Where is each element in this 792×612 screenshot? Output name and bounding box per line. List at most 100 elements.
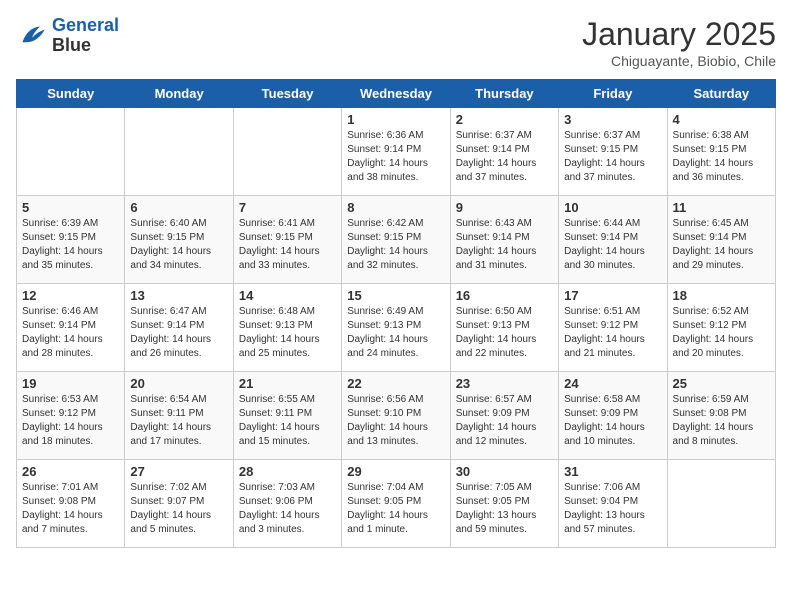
day-number: 15 bbox=[347, 288, 444, 303]
month-title: January 2025 bbox=[582, 16, 776, 53]
calendar-cell bbox=[17, 108, 125, 196]
calendar-cell: 14Sunrise: 6:48 AM Sunset: 9:13 PM Dayli… bbox=[233, 284, 341, 372]
calendar-cell: 26 Sunrise: 7:01 AM Sunset: 9:08 PM Dayli… bbox=[17, 460, 125, 548]
day-number: 30 bbox=[456, 464, 553, 479]
day-number: 12 bbox=[22, 288, 119, 303]
calendar-cell: 15 Sunrise: 6:49 AM Sunset: 9:13 PM Dayli… bbox=[342, 284, 450, 372]
calendar-cell: 5Sunrise: 6:39 AM Sunset: 9:15 PM Daylig… bbox=[17, 196, 125, 284]
calendar-cell: 23 Sunrise: 6:57 AM Sunset: 9:09 PM Dayli… bbox=[450, 372, 558, 460]
calendar-cell: 8Sunrise: 6:42 AM Sunset: 9:15 PM Daylig… bbox=[342, 196, 450, 284]
day-info: Sunrise: 6:52 AM Sunset: 9:12 PM Dayligh… bbox=[673, 305, 770, 361]
calendar-cell: 6 Sunrise: 6:40 AM Sunset: 9:15 PM Daylig… bbox=[125, 196, 233, 284]
day-info: Sunrise: 6:51 AM Sunset: 9:12 PM Dayligh… bbox=[564, 305, 661, 361]
week-row-4: 26 Sunrise: 7:01 AM Sunset: 9:08 PM Dayli… bbox=[17, 460, 776, 548]
day-info: Sunrise: 6:56 AM Sunset: 9:10 PM Dayligh… bbox=[347, 393, 444, 449]
day-info: Sunrise: 6:55 AM Sunset: 9:11 PM Dayligh… bbox=[239, 393, 336, 449]
logo-line2: Blue bbox=[52, 36, 119, 56]
day-number: 16 bbox=[456, 288, 553, 303]
week-row-1: 5Sunrise: 6:39 AM Sunset: 9:15 PM Daylig… bbox=[17, 196, 776, 284]
day-number: 24 bbox=[564, 376, 661, 391]
day-info: Sunrise: 7:01 AM Sunset: 9:08 PM Dayligh… bbox=[22, 481, 119, 537]
day-number: 23 bbox=[456, 376, 553, 391]
week-row-3: 19Sunrise: 6:53 AM Sunset: 9:12 PM Dayli… bbox=[17, 372, 776, 460]
calendar-cell: 10Sunrise: 6:44 AM Sunset: 9:14 PM Dayli… bbox=[559, 196, 667, 284]
calendar-cell bbox=[667, 460, 775, 548]
day-info: Sunrise: 6:45 AM Sunset: 9:14 PM Dayligh… bbox=[673, 217, 770, 273]
calendar-cell: 3Sunrise: 6:37 AM Sunset: 9:15 PM Daylig… bbox=[559, 108, 667, 196]
calendar-cell: 31Sunrise: 7:06 AM Sunset: 9:04 PM Dayli… bbox=[559, 460, 667, 548]
day-number: 20 bbox=[130, 376, 227, 391]
day-info: Sunrise: 6:36 AM Sunset: 9:14 PM Dayligh… bbox=[347, 129, 444, 185]
day-info: Sunrise: 6:42 AM Sunset: 9:15 PM Dayligh… bbox=[347, 217, 444, 273]
calendar-cell: 22Sunrise: 6:56 AM Sunset: 9:10 PM Dayli… bbox=[342, 372, 450, 460]
day-number: 26 bbox=[22, 464, 119, 479]
day-info: Sunrise: 6:48 AM Sunset: 9:13 PM Dayligh… bbox=[239, 305, 336, 361]
day-info: Sunrise: 6:44 AM Sunset: 9:14 PM Dayligh… bbox=[564, 217, 661, 273]
calendar-cell: 17 Sunrise: 6:51 AM Sunset: 9:12 PM Dayli… bbox=[559, 284, 667, 372]
week-row-0: 1Sunrise: 6:36 AM Sunset: 9:14 PM Daylig… bbox=[17, 108, 776, 196]
day-info: Sunrise: 6:57 AM Sunset: 9:09 PM Dayligh… bbox=[456, 393, 553, 449]
day-info: Sunrise: 6:59 AM Sunset: 9:08 PM Dayligh… bbox=[673, 393, 770, 449]
calendar-cell: 30 Sunrise: 7:05 AM Sunset: 9:05 PM Dayli… bbox=[450, 460, 558, 548]
day-header-sunday: Sunday bbox=[17, 80, 125, 108]
logo-line1: General bbox=[52, 15, 119, 35]
day-header-tuesday: Tuesday bbox=[233, 80, 341, 108]
calendar-cell: 25 Sunrise: 6:59 AM Sunset: 9:08 PM Dayli… bbox=[667, 372, 775, 460]
calendar-cell: 20 Sunrise: 6:54 AM Sunset: 9:11 PM Dayli… bbox=[125, 372, 233, 460]
day-number: 29 bbox=[347, 464, 444, 479]
calendar-table: SundayMondayTuesdayWednesdayThursdayFrid… bbox=[16, 79, 776, 548]
day-number: 17 bbox=[564, 288, 661, 303]
day-info: Sunrise: 6:38 AM Sunset: 9:15 PM Dayligh… bbox=[673, 129, 770, 185]
day-number: 25 bbox=[673, 376, 770, 391]
day-info: Sunrise: 7:06 AM Sunset: 9:04 PM Dayligh… bbox=[564, 481, 661, 537]
week-row-2: 12 Sunrise: 6:46 AM Sunset: 9:14 PM Dayli… bbox=[17, 284, 776, 372]
title-block: January 2025 Chiguayante, Biobio, Chile bbox=[582, 16, 776, 69]
calendar-cell: 11 Sunrise: 6:45 AM Sunset: 9:14 PM Dayli… bbox=[667, 196, 775, 284]
day-info: Sunrise: 7:03 AM Sunset: 9:06 PM Dayligh… bbox=[239, 481, 336, 537]
day-number: 28 bbox=[239, 464, 336, 479]
calendar-cell: 27Sunrise: 7:02 AM Sunset: 9:07 PM Dayli… bbox=[125, 460, 233, 548]
calendar-cell: 12 Sunrise: 6:46 AM Sunset: 9:14 PM Dayli… bbox=[17, 284, 125, 372]
calendar-cell: 21 Sunrise: 6:55 AM Sunset: 9:11 PM Dayli… bbox=[233, 372, 341, 460]
logo: General Blue bbox=[16, 16, 119, 56]
day-number: 7 bbox=[239, 200, 336, 215]
calendar-cell: 4 Sunrise: 6:38 AM Sunset: 9:15 PM Daylig… bbox=[667, 108, 775, 196]
calendar-cell bbox=[125, 108, 233, 196]
day-number: 18 bbox=[673, 288, 770, 303]
day-info: Sunrise: 7:05 AM Sunset: 9:05 PM Dayligh… bbox=[456, 481, 553, 537]
day-info: Sunrise: 7:04 AM Sunset: 9:05 PM Dayligh… bbox=[347, 481, 444, 537]
page-header: General Blue January 2025 Chiguayante, B… bbox=[16, 16, 776, 69]
day-info: Sunrise: 6:37 AM Sunset: 9:14 PM Dayligh… bbox=[456, 129, 553, 185]
location-subtitle: Chiguayante, Biobio, Chile bbox=[582, 53, 776, 69]
day-info: Sunrise: 6:46 AM Sunset: 9:14 PM Dayligh… bbox=[22, 305, 119, 361]
logo-icon bbox=[16, 20, 48, 52]
calendar-cell bbox=[233, 108, 341, 196]
day-number: 6 bbox=[130, 200, 227, 215]
day-info: Sunrise: 6:49 AM Sunset: 9:13 PM Dayligh… bbox=[347, 305, 444, 361]
day-number: 21 bbox=[239, 376, 336, 391]
day-info: Sunrise: 6:53 AM Sunset: 9:12 PM Dayligh… bbox=[22, 393, 119, 449]
calendar-cell: 19Sunrise: 6:53 AM Sunset: 9:12 PM Dayli… bbox=[17, 372, 125, 460]
day-info: Sunrise: 6:58 AM Sunset: 9:09 PM Dayligh… bbox=[564, 393, 661, 449]
day-number: 11 bbox=[673, 200, 770, 215]
calendar-cell: 9Sunrise: 6:43 AM Sunset: 9:14 PM Daylig… bbox=[450, 196, 558, 284]
day-info: Sunrise: 6:40 AM Sunset: 9:15 PM Dayligh… bbox=[130, 217, 227, 273]
logo-text: General Blue bbox=[52, 16, 119, 56]
calendar-cell: 24 Sunrise: 6:58 AM Sunset: 9:09 PM Dayli… bbox=[559, 372, 667, 460]
day-info: Sunrise: 6:47 AM Sunset: 9:14 PM Dayligh… bbox=[130, 305, 227, 361]
calendar-cell: 2 Sunrise: 6:37 AM Sunset: 9:14 PM Daylig… bbox=[450, 108, 558, 196]
day-number: 4 bbox=[673, 112, 770, 127]
day-info: Sunrise: 6:41 AM Sunset: 9:15 PM Dayligh… bbox=[239, 217, 336, 273]
day-header-thursday: Thursday bbox=[450, 80, 558, 108]
day-header-monday: Monday bbox=[125, 80, 233, 108]
calendar-cell: 7 Sunrise: 6:41 AM Sunset: 9:15 PM Daylig… bbox=[233, 196, 341, 284]
day-info: Sunrise: 6:54 AM Sunset: 9:11 PM Dayligh… bbox=[130, 393, 227, 449]
day-number: 27 bbox=[130, 464, 227, 479]
calendar-cell: 16Sunrise: 6:50 AM Sunset: 9:13 PM Dayli… bbox=[450, 284, 558, 372]
day-info: Sunrise: 6:39 AM Sunset: 9:15 PM Dayligh… bbox=[22, 217, 119, 273]
day-number: 2 bbox=[456, 112, 553, 127]
calendar-cell: 13Sunrise: 6:47 AM Sunset: 9:14 PM Dayli… bbox=[125, 284, 233, 372]
day-headers: SundayMondayTuesdayWednesdayThursdayFrid… bbox=[17, 80, 776, 108]
calendar-cell: 29 Sunrise: 7:04 AM Sunset: 9:05 PM Dayli… bbox=[342, 460, 450, 548]
day-header-wednesday: Wednesday bbox=[342, 80, 450, 108]
